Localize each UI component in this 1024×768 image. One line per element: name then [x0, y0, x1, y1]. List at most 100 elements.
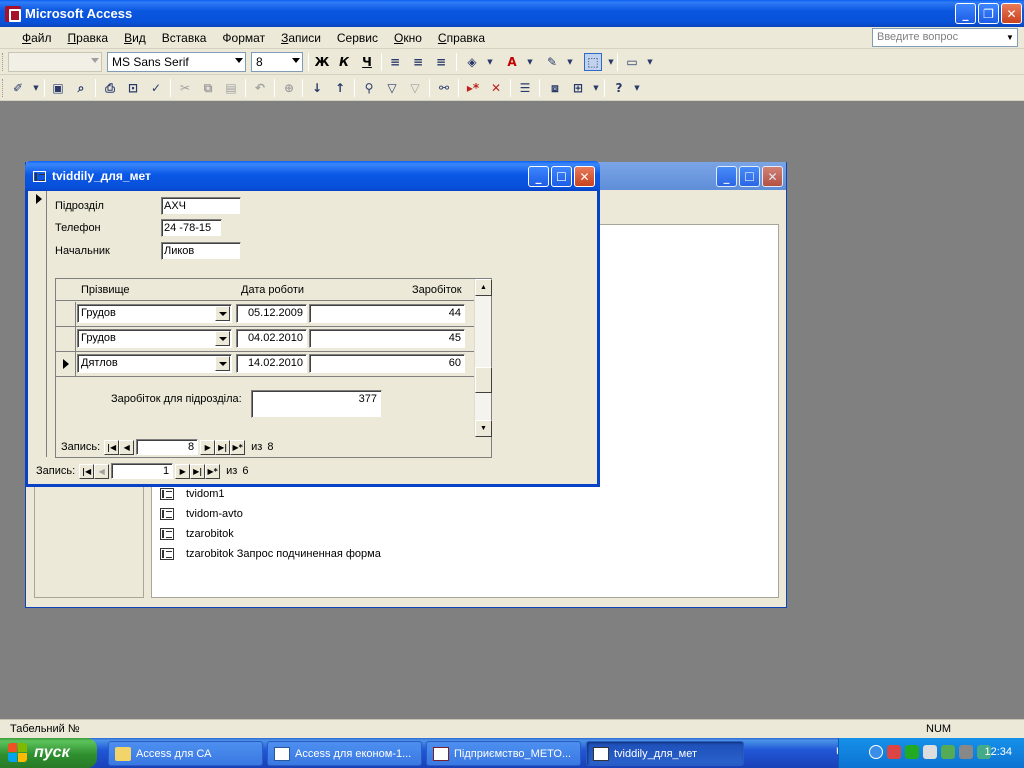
- chevron-down-icon[interactable]: ▼: [561, 53, 579, 71]
- phone-field[interactable]: 24 -78-15: [161, 219, 222, 237]
- last-record-icon[interactable]: ▶|: [190, 463, 206, 479]
- copy-icon[interactable]: ⧉: [199, 79, 217, 97]
- spelling-icon[interactable]: ✓: [147, 79, 165, 97]
- table-row[interactable]: Грудов 04.02.2010 45: [56, 327, 474, 352]
- menu-window[interactable]: Окно: [386, 28, 430, 48]
- chevron-down-icon[interactable]: [215, 306, 230, 321]
- chief-field[interactable]: Ликов: [161, 242, 241, 260]
- align-right-icon[interactable]: ≡: [432, 53, 450, 71]
- form-maximize-button[interactable]: ☐: [551, 166, 572, 187]
- chevron-down-icon[interactable]: [215, 331, 230, 346]
- close-button[interactable]: ✕: [1001, 3, 1022, 24]
- next-record-icon[interactable]: ▶: [175, 463, 191, 479]
- subform-scrollbar[interactable]: ▲ ▼: [474, 279, 492, 437]
- database-window-icon[interactable]: ⧈: [546, 79, 564, 97]
- menu-format[interactable]: Формат: [214, 28, 273, 48]
- print-icon[interactable]: ⎙: [101, 79, 119, 97]
- salary-cell[interactable]: 60: [309, 354, 465, 373]
- record-number-input[interactable]: 1: [111, 463, 174, 479]
- list-item[interactable]: tzarobitok Запрос подчиненная форма: [160, 546, 381, 562]
- first-record-icon[interactable]: |◀: [104, 439, 120, 455]
- paste-icon[interactable]: ▤: [222, 79, 240, 97]
- taskbar-item-form[interactable]: tviddily_для_мет: [586, 741, 744, 766]
- salary-cell[interactable]: 45: [309, 329, 465, 348]
- db-close-button[interactable]: ✕: [762, 166, 783, 187]
- delete-record-icon[interactable]: ✕: [487, 79, 505, 97]
- start-button[interactable]: пуск: [0, 738, 97, 768]
- total-salary-field[interactable]: 377: [251, 390, 382, 418]
- back-arrow-icon[interactable]: [869, 745, 883, 759]
- minimize-button[interactable]: _: [955, 3, 976, 24]
- salary-cell[interactable]: 44: [309, 304, 465, 323]
- sort-descending-icon[interactable]: ↑: [331, 79, 349, 97]
- file-search-icon[interactable]: ⌕: [72, 79, 90, 97]
- network-icon[interactable]: [887, 745, 901, 759]
- undo-icon[interactable]: ↶: [251, 79, 269, 97]
- align-center-icon[interactable]: ≡: [409, 53, 427, 71]
- sort-ascending-icon[interactable]: ↓: [308, 79, 326, 97]
- tray-app-icon[interactable]: [923, 745, 937, 759]
- last-record-icon[interactable]: ▶|: [215, 439, 231, 455]
- row-selector[interactable]: [56, 352, 76, 376]
- bold-button[interactable]: Ж: [313, 53, 331, 71]
- clock[interactable]: 12:34: [984, 746, 1012, 758]
- date-cell[interactable]: 04.02.2010: [236, 329, 307, 348]
- filter-form-icon[interactable]: ▽: [383, 79, 401, 97]
- menu-file[interactable]: Файл: [14, 28, 60, 48]
- row-selector[interactable]: [56, 327, 76, 351]
- chevron-down-icon[interactable]: ▼: [481, 53, 499, 71]
- menu-records[interactable]: Записи: [273, 28, 329, 48]
- list-item[interactable]: tvidom1: [160, 486, 225, 502]
- italic-button[interactable]: К: [335, 53, 353, 71]
- menu-view[interactable]: Вид: [116, 28, 154, 48]
- record-number-input[interactable]: 8: [136, 439, 199, 455]
- design-view-icon[interactable]: ✐: [9, 79, 27, 97]
- chevron-down-icon[interactable]: ▼: [641, 53, 659, 71]
- surname-combo[interactable]: Грудов: [77, 304, 232, 323]
- font-size-combo[interactable]: 8: [251, 52, 303, 72]
- previous-record-icon[interactable]: ◀: [119, 439, 135, 455]
- cut-icon[interactable]: ✂: [176, 79, 194, 97]
- object-combo[interactable]: [8, 52, 102, 72]
- row-selector[interactable]: [56, 302, 76, 326]
- save-icon[interactable]: ▣: [49, 79, 67, 97]
- antivirus-icon[interactable]: [905, 745, 919, 759]
- list-item[interactable]: tvidom-avto: [160, 506, 243, 522]
- record-selector[interactable]: [28, 191, 47, 457]
- toolbar-grip[interactable]: [2, 53, 5, 71]
- first-record-icon[interactable]: |◀: [79, 463, 95, 479]
- line-color-icon[interactable]: ✎: [543, 53, 561, 71]
- ask-question-input[interactable]: Введите вопрос ▼: [872, 28, 1018, 47]
- print-preview-icon[interactable]: ⊡: [124, 79, 142, 97]
- chevron-down-icon[interactable]: ▼: [521, 53, 539, 71]
- form-title-bar[interactable]: tviddily_для_мет _ ☐ ✕: [25, 161, 600, 191]
- new-record-nav-icon[interactable]: ▶*: [230, 439, 246, 455]
- help-icon[interactable]: ?: [610, 79, 628, 97]
- properties-icon[interactable]: ☰: [516, 79, 534, 97]
- new-record-nav-icon[interactable]: ▶*: [205, 463, 221, 479]
- table-row[interactable]: Дятлов 14.02.2010 60: [56, 352, 474, 377]
- chevron-down-icon[interactable]: ▼: [27, 79, 45, 97]
- date-cell[interactable]: 05.12.2009: [236, 304, 307, 323]
- previous-record-icon[interactable]: ◀: [94, 463, 110, 479]
- tray-app-icon[interactable]: [941, 745, 955, 759]
- department-field[interactable]: АХЧ: [161, 197, 241, 215]
- surname-combo[interactable]: Грудов: [77, 329, 232, 348]
- border-style-icon[interactable]: ⬚: [584, 53, 602, 71]
- form-close-button[interactable]: ✕: [574, 166, 595, 187]
- db-minimize-button[interactable]: _: [716, 166, 737, 187]
- menu-help[interactable]: Справка: [430, 28, 493, 48]
- font-combo[interactable]: MS Sans Serif: [107, 52, 246, 72]
- chevron-down-icon[interactable]: [215, 356, 230, 371]
- form-minimize-button[interactable]: _: [528, 166, 549, 187]
- date-cell[interactable]: 14.02.2010: [236, 354, 307, 373]
- apply-filter-icon[interactable]: ▽: [406, 79, 424, 97]
- table-row[interactable]: Грудов 05.12.2009 44: [56, 302, 474, 327]
- scrollbar-thumb[interactable]: [475, 367, 492, 393]
- list-item[interactable]: tzarobitok: [160, 526, 234, 542]
- fill-color-icon[interactable]: ◈: [463, 53, 481, 71]
- font-color-icon[interactable]: A: [503, 53, 521, 71]
- taskbar-item-word[interactable]: Access для економ-1...: [267, 741, 422, 766]
- volume-icon[interactable]: [959, 745, 973, 759]
- app-title-bar[interactable]: Microsoft Access _ ❐ ✕: [0, 0, 1024, 27]
